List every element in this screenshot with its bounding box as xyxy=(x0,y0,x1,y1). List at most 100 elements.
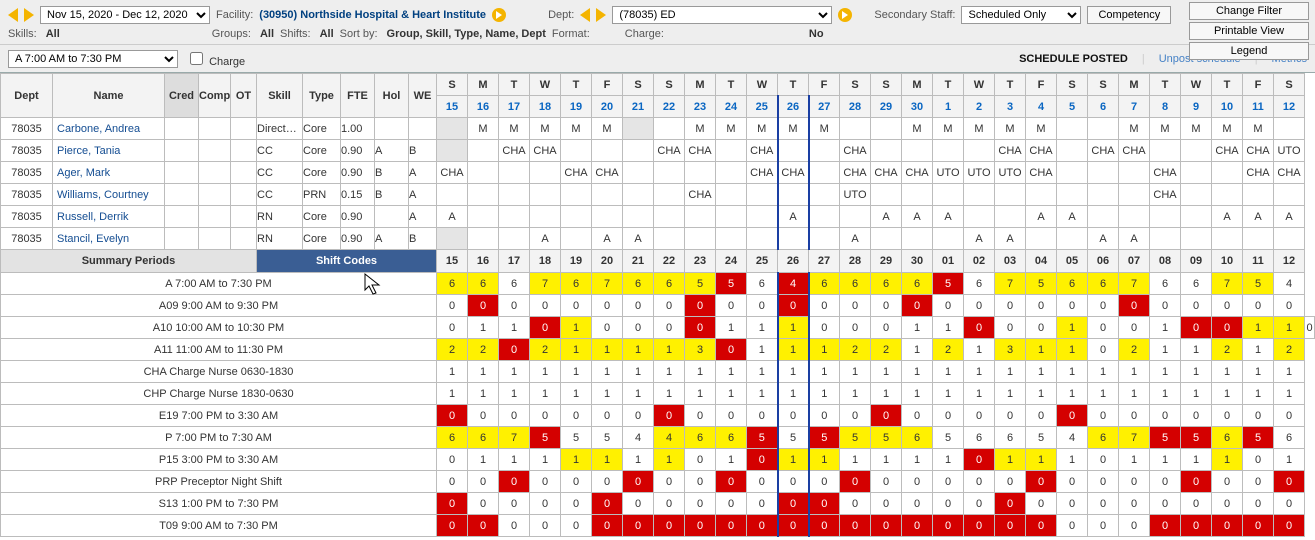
summary-cell[interactable]: 1 xyxy=(902,449,933,471)
dept-prev-icon[interactable] xyxy=(580,8,590,22)
summary-cell[interactable]: 0 xyxy=(1181,471,1212,493)
date-4[interactable]: 4 xyxy=(1026,96,1057,118)
summary-cell[interactable]: 0 xyxy=(1150,471,1181,493)
shift-cell[interactable] xyxy=(1150,140,1181,162)
charge-checkbox-wrap[interactable]: Charge xyxy=(186,49,245,68)
shift-cell[interactable] xyxy=(1181,228,1212,250)
shift-cell[interactable] xyxy=(654,206,685,228)
shift-cell[interactable] xyxy=(437,184,468,206)
shift-cell[interactable]: A xyxy=(1274,206,1305,228)
shift-cell[interactable]: M xyxy=(1119,118,1150,140)
date-26[interactable]: 26 xyxy=(778,96,809,118)
date-7[interactable]: 7 xyxy=(1119,96,1150,118)
summary-cell[interactable]: 0 xyxy=(964,449,995,471)
summary-cell[interactable]: 7 xyxy=(1212,273,1243,295)
summary-cell[interactable]: 0 xyxy=(499,339,530,361)
summary-cell[interactable]: 0 xyxy=(902,405,933,427)
facility-go-icon[interactable] xyxy=(492,8,506,22)
shift-cell[interactable] xyxy=(1150,206,1181,228)
summary-cell[interactable]: 1 xyxy=(437,361,468,383)
summary-cell[interactable]: 0 xyxy=(623,295,654,317)
summary-cell[interactable]: 0 xyxy=(654,405,685,427)
summary-cell[interactable]: 1 xyxy=(964,383,995,405)
summary-cell[interactable]: 1 xyxy=(1057,383,1088,405)
summary-cell[interactable]: 0 xyxy=(1212,493,1243,515)
summary-cell[interactable]: 3 xyxy=(995,339,1026,361)
summary-cell[interactable]: 0 xyxy=(995,317,1026,339)
summary-cell[interactable]: 1 xyxy=(530,383,561,405)
summary-cell[interactable]: 0 xyxy=(747,515,778,537)
summary-cell[interactable]: 0 xyxy=(1274,295,1305,317)
summary-cell[interactable]: 1 xyxy=(995,449,1026,471)
summary-cell[interactable]: 0 xyxy=(685,493,716,515)
shift-cell[interactable] xyxy=(1088,118,1119,140)
shift-cell[interactable] xyxy=(499,206,530,228)
shift-cell[interactable]: M xyxy=(1026,118,1057,140)
summary-cell[interactable]: 6 xyxy=(1057,273,1088,295)
summary-cell[interactable]: 1 xyxy=(902,339,933,361)
shift-cell[interactable]: CHA xyxy=(685,184,716,206)
summary-cell[interactable]: 1 xyxy=(1243,383,1274,405)
summary-cell[interactable]: 1 xyxy=(1181,383,1212,405)
summary-cell[interactable]: 1 xyxy=(592,361,623,383)
shift-cell[interactable]: CHA xyxy=(1212,140,1243,162)
summary-cell[interactable]: 1 xyxy=(809,449,840,471)
summary-cell[interactable]: 2 xyxy=(840,339,871,361)
summary-cell[interactable]: 3 xyxy=(685,339,716,361)
shift-cell[interactable] xyxy=(1181,184,1212,206)
summary-cell[interactable]: 1 xyxy=(623,449,654,471)
shift-cell[interactable]: CHA xyxy=(1274,162,1305,184)
shift-cell[interactable] xyxy=(778,228,809,250)
summary-cell[interactable]: 0 xyxy=(437,405,468,427)
summary-cell[interactable]: 0 xyxy=(499,471,530,493)
summary-cell[interactable]: 1 xyxy=(499,317,530,339)
summary-cell[interactable]: 1 xyxy=(1274,361,1305,383)
summary-cell[interactable]: 0 xyxy=(747,493,778,515)
shift-cell[interactable]: CHA xyxy=(499,140,530,162)
shift-cell[interactable]: A xyxy=(871,206,902,228)
shift-cell[interactable]: M xyxy=(964,118,995,140)
summary-cell[interactable]: 1 xyxy=(1150,361,1181,383)
shift-cell[interactable] xyxy=(623,118,654,140)
summary-cell[interactable]: 0 xyxy=(623,317,654,339)
summary-cell[interactable]: 0 xyxy=(623,471,654,493)
summary-cell[interactable]: 0 xyxy=(871,317,902,339)
summary-cell[interactable]: 1 xyxy=(933,317,964,339)
summary-cell[interactable]: 0 xyxy=(778,405,809,427)
shift-cell[interactable] xyxy=(685,162,716,184)
summary-cell[interactable]: 1 xyxy=(530,449,561,471)
shift-cell[interactable]: A xyxy=(1212,206,1243,228)
shift-cell[interactable] xyxy=(995,206,1026,228)
shift-cell[interactable] xyxy=(747,184,778,206)
summary-cell[interactable]: 0 xyxy=(1119,493,1150,515)
summary-cell[interactable]: 1 xyxy=(1274,449,1305,471)
shift-cell[interactable] xyxy=(1150,228,1181,250)
summary-cell[interactable]: 2 xyxy=(530,339,561,361)
shift-cell[interactable] xyxy=(964,206,995,228)
summary-cell[interactable]: 0 xyxy=(840,317,871,339)
summary-cell[interactable]: 0 xyxy=(840,295,871,317)
summary-cell[interactable]: 1 xyxy=(1212,449,1243,471)
summary-cell[interactable]: 1 xyxy=(499,361,530,383)
summary-cell[interactable]: 4 xyxy=(1057,427,1088,449)
shift-cell[interactable] xyxy=(1181,140,1212,162)
date-25[interactable]: 25 xyxy=(747,96,778,118)
shift-cell[interactable]: M xyxy=(1181,118,1212,140)
date-28[interactable]: 28 xyxy=(840,96,871,118)
summary-cell[interactable]: 0 xyxy=(685,295,716,317)
summary-cell[interactable]: 6 xyxy=(499,273,530,295)
shift-cell[interactable]: CHA xyxy=(1243,140,1274,162)
shift-cell[interactable] xyxy=(1274,184,1305,206)
shift-cell[interactable] xyxy=(654,162,685,184)
summary-cell[interactable]: 1 xyxy=(1243,361,1274,383)
shift-cell[interactable] xyxy=(1274,118,1305,140)
shift-cell[interactable] xyxy=(933,228,964,250)
summary-cell[interactable]: 0 xyxy=(1057,295,1088,317)
shift-cell[interactable] xyxy=(840,206,871,228)
summary-cell[interactable]: 5 xyxy=(778,427,809,449)
summary-cell[interactable]: 0 xyxy=(964,515,995,537)
shift-cell[interactable] xyxy=(1088,162,1119,184)
summary-cell[interactable]: 1 xyxy=(747,317,778,339)
summary-cell[interactable]: 1 xyxy=(499,449,530,471)
summary-cell[interactable]: 0 xyxy=(964,405,995,427)
